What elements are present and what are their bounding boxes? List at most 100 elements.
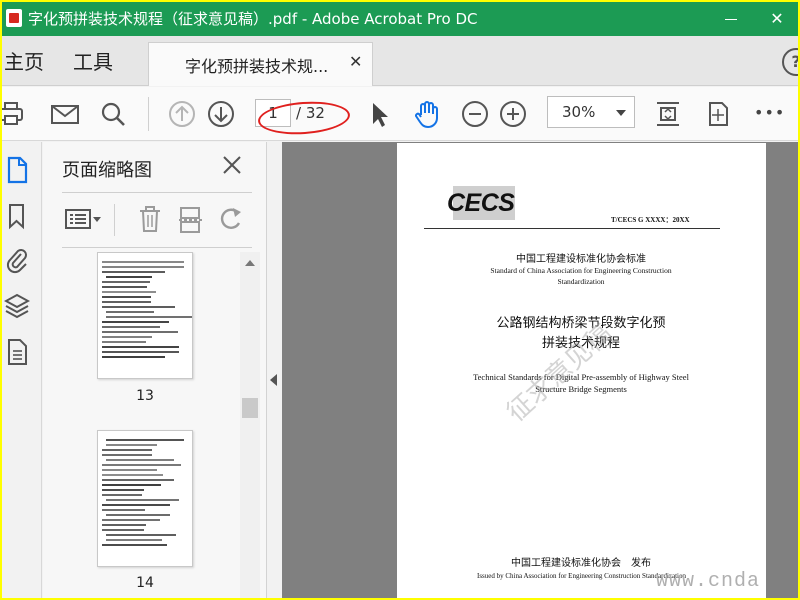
thumbnails-panel: 页面缩略图 13 14	[43, 142, 267, 598]
print-icon[interactable]	[2, 99, 26, 129]
select-tool-icon[interactable]	[364, 99, 394, 129]
document-tab-close-button[interactable]: ✕	[349, 52, 362, 71]
email-icon[interactable]	[50, 99, 80, 129]
delete-page-icon[interactable]	[135, 204, 165, 234]
toolbar: 1 / 32 30% •••	[2, 87, 798, 141]
thumbnail-text-line	[106, 439, 185, 441]
document-view: CECS T/CECS G XXXX：20XX 中国工程建设标准化协会标准 St…	[282, 142, 798, 598]
thumbnail-text-line	[102, 306, 175, 308]
thumbnail-text-line	[106, 514, 170, 516]
hand-tool-icon[interactable]	[412, 99, 442, 129]
zoom-dropdown[interactable]: 30%	[547, 96, 635, 128]
minimize-icon	[725, 19, 737, 20]
page-thumbnails-icon[interactable]	[4, 156, 30, 184]
thumbnail-text-line	[102, 474, 164, 476]
zoom-out-icon[interactable]	[460, 99, 490, 129]
org-name-en-line1: Standard of China Association for Engine…	[490, 266, 672, 275]
minimize-button[interactable]	[708, 2, 754, 36]
thumbnail-text-line	[102, 331, 179, 333]
thumbnail-text-line	[102, 509, 145, 511]
tab-tools[interactable]: 工具	[73, 50, 113, 74]
thumbnail-text-line	[102, 519, 160, 521]
panel-title: 页面缩略图	[62, 160, 152, 181]
help-button[interactable]: ?	[782, 48, 798, 76]
extract-page-icon[interactable]	[176, 204, 206, 234]
thumbnail-text-line	[102, 321, 170, 323]
thumbnail-text-line	[106, 311, 154, 313]
thumbnail-text-line	[102, 469, 157, 471]
thumbnail-text-line	[102, 464, 181, 466]
header-rule	[424, 228, 720, 229]
site-watermark: www.cnda	[656, 570, 761, 593]
thumbnail-text-line	[102, 261, 185, 263]
thumbnail-text-line	[102, 529, 144, 531]
next-page-icon[interactable]	[206, 99, 236, 129]
thumbnail-text-line	[102, 494, 143, 496]
thumbnail-text-line	[102, 351, 180, 353]
thumbnail-text-line	[102, 266, 184, 268]
thumbnail-page-number: 14	[136, 575, 154, 591]
search-icon[interactable]	[98, 99, 128, 129]
thumbnail-text-line	[102, 484, 161, 486]
thumbnail-text-line	[102, 346, 180, 348]
document-tab-label: 字化预拼装技术规...	[185, 57, 329, 76]
thumbnail-text-line	[102, 356, 166, 358]
pdf-page: CECS T/CECS G XXXX：20XX 中国工程建设标准化协会标准 St…	[397, 143, 766, 598]
scrollbar-thumb[interactable]	[242, 398, 258, 418]
issuer-cn: 中国工程建设标准化协会 发布	[511, 558, 651, 569]
full-screen-icon[interactable]	[703, 99, 733, 129]
page-thumbnail-14[interactable]	[97, 430, 193, 567]
thumbnail-text-line	[102, 341, 146, 343]
org-name-en-line2: Standardization	[557, 277, 605, 286]
thumbnail-text-line	[106, 276, 152, 278]
more-tools-button[interactable]: •••	[754, 103, 785, 122]
toolbar-separator	[148, 97, 149, 131]
attachment-icon[interactable]	[4, 246, 30, 274]
thumbnail-text-line	[106, 539, 163, 541]
cecs-logo: CECS	[447, 189, 515, 217]
layers-icon[interactable]	[4, 292, 30, 320]
thumbnail-page-number: 13	[136, 388, 154, 404]
navigation-rail	[2, 142, 42, 598]
title-en-line2: Structure Bridge Segments	[535, 384, 627, 394]
scroll-up-arrow-icon[interactable]	[245, 260, 255, 266]
thumbnail-text-line	[106, 316, 192, 318]
thumbnail-text-line	[102, 544, 168, 546]
acrobat-app-icon	[6, 9, 22, 27]
org-name-cn: 中国工程建设标准化协会标准	[516, 254, 646, 265]
standard-code: T/CECS G XXXX：20XX	[611, 216, 690, 224]
document-properties-icon[interactable]	[4, 338, 30, 366]
thumbnail-text-line	[102, 454, 152, 456]
fit-page-icon[interactable]	[653, 99, 683, 129]
close-window-button[interactable]: ✕	[754, 2, 798, 36]
thumbnail-text-line	[106, 534, 177, 536]
close-icon[interactable]	[221, 154, 243, 176]
window-title: 字化预拼装技术规程（征求意见稿）.pdf - Adobe Acrobat Pro…	[28, 10, 478, 28]
page-thumbnail-13[interactable]	[97, 252, 193, 379]
thumbnail-text-line	[102, 296, 151, 298]
thumbnail-text-line	[102, 479, 174, 481]
rotate-page-icon[interactable]	[217, 204, 247, 234]
thumbnail-text-line	[102, 281, 151, 283]
tab-document[interactable]: 字化预拼装技术规... ✕	[148, 42, 373, 86]
thumbnail-text-line	[106, 444, 157, 446]
thumbnail-scrollbar[interactable]	[240, 252, 260, 598]
thumbnail-options-icon[interactable]	[63, 204, 103, 234]
collapse-panel-icon[interactable]	[270, 374, 277, 386]
tab-row: 主页 工具 字化预拼装技术规... ✕ ?	[2, 36, 798, 86]
thumbnail-text-line	[102, 524, 147, 526]
acrobat-window: 字化预拼装技术规程（征求意见稿）.pdf - Adobe Acrobat Pro…	[2, 2, 798, 598]
thumbnail-text-line	[102, 326, 160, 328]
bookmark-icon[interactable]	[4, 202, 30, 230]
thumbnail-text-line	[102, 286, 147, 288]
thumbnail-text-line	[106, 459, 175, 461]
chevron-down-icon	[616, 110, 626, 116]
previous-page-icon[interactable]	[167, 99, 197, 129]
title-bar: 字化预拼装技术规程（征求意见稿）.pdf - Adobe Acrobat Pro…	[2, 2, 798, 36]
zoom-in-icon[interactable]	[498, 99, 528, 129]
thumbnail-text-line	[102, 449, 153, 451]
zoom-value: 30%	[562, 103, 596, 121]
thumbnail-text-line	[102, 489, 144, 491]
thumbnail-text-line	[102, 271, 165, 273]
tab-home[interactable]: 主页	[4, 50, 44, 74]
